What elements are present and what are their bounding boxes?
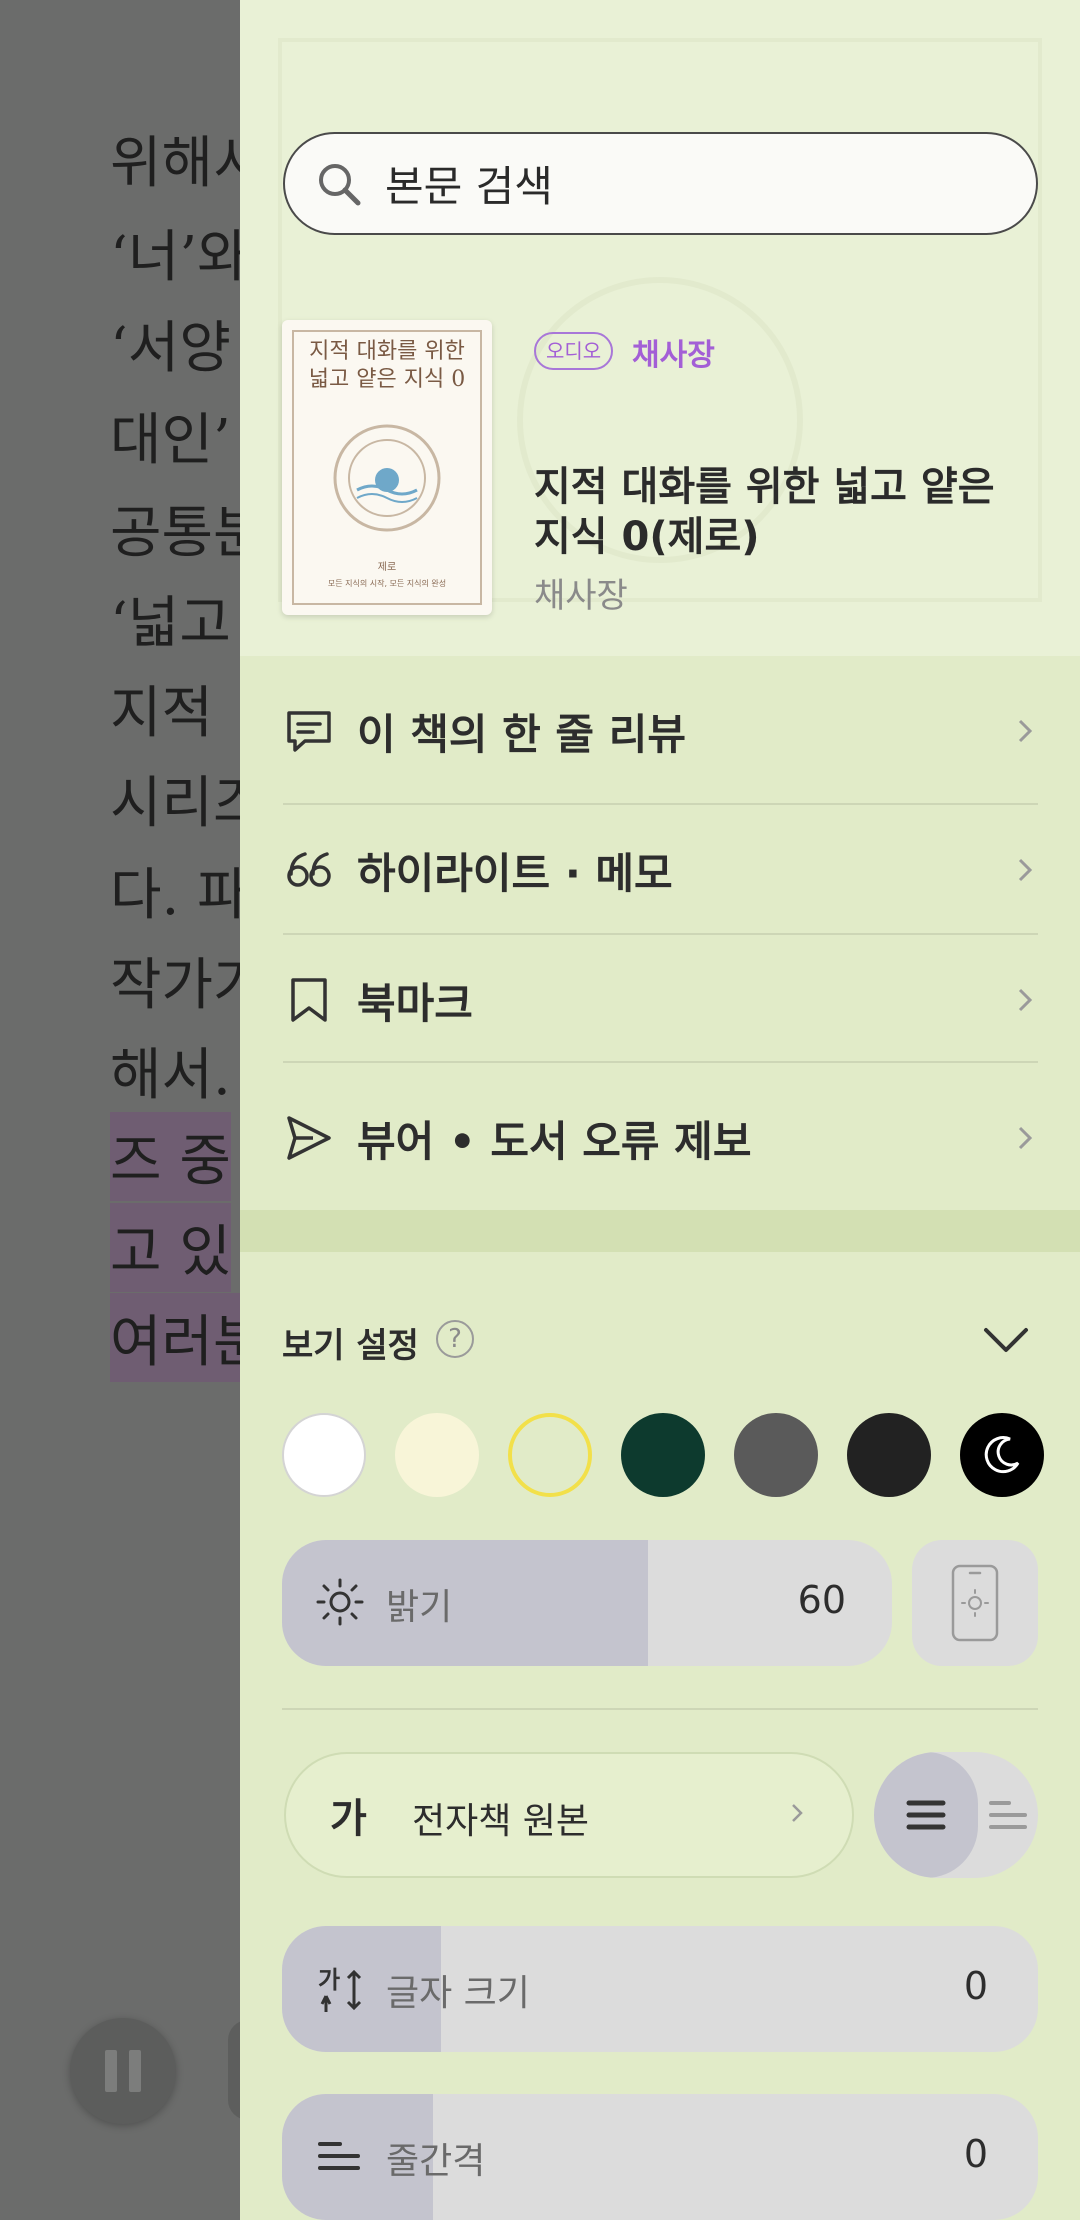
book-cover[interactable]: 지적 대화를 위한 넓고 얕은 지식 0 제로 모든 지식의 시작, 모든 지식… bbox=[282, 320, 492, 615]
line-spacing-icon bbox=[318, 2142, 360, 2170]
theme-swatch-white[interactable] bbox=[282, 1413, 366, 1497]
menu-item-bookmark[interactable]: 북마크 bbox=[283, 935, 1038, 1065]
chevron-right-icon bbox=[1018, 719, 1033, 743]
chevron-right-icon bbox=[1018, 858, 1033, 882]
reader-line: 공통분 bbox=[110, 501, 240, 566]
bookmark-icon bbox=[291, 978, 327, 1022]
chevron-right-icon bbox=[792, 1804, 803, 1822]
align-left-icon[interactable] bbox=[987, 1795, 1029, 1835]
reader-line: 지적 bbox=[110, 681, 214, 746]
cover-publisher: 제로 bbox=[377, 562, 397, 573]
book-title: 지적 대화를 위한 넓고 얕은 지식 0(제로) bbox=[534, 464, 995, 560]
brightness-label: 밝기 bbox=[386, 1587, 453, 1628]
font-size-slider[interactable]: 가 글자 크기 0 bbox=[282, 1926, 1038, 2052]
theme-swatch-night[interactable] bbox=[960, 1413, 1044, 1497]
theme-swatch-cream[interactable] bbox=[395, 1413, 479, 1497]
menu-item-label: 이 책의 한 줄 리뷰 bbox=[357, 709, 686, 759]
phone-brightness-icon bbox=[951, 1564, 999, 1642]
cover-subtitle: 모든 지식의 시작, 모든 지식의 완성 bbox=[327, 579, 447, 588]
brightness-slider[interactable]: 밝기 60 bbox=[282, 1540, 892, 1666]
moon-icon bbox=[984, 1436, 1020, 1474]
reader-line: 다. 파 bbox=[110, 863, 240, 928]
book-header: 본문 검색 지적 대화를 위한 넓고 얕은 지식 0 제로 모든 지식의 시작,… bbox=[240, 0, 1080, 656]
menu-item-label: 뷰어 • 도서 오류 제보 bbox=[357, 1116, 752, 1166]
line-spacing-label: 줄간격 bbox=[386, 2141, 486, 2182]
reader-line-highlighted: 여러분 bbox=[110, 1293, 240, 1382]
menu-item-review[interactable]: 이 책의 한 줄 리뷰 bbox=[283, 666, 1038, 796]
svg-text:가: 가 bbox=[318, 1966, 340, 1994]
view-settings-title: 보기 설정 bbox=[282, 1326, 419, 1366]
reader-line: 해서. bbox=[110, 1043, 231, 1108]
font-name: 전자책 원본 bbox=[412, 1801, 590, 1842]
narrator-name[interactable]: 채사장 bbox=[632, 330, 715, 374]
side-drawer: 본문 검색 지적 대화를 위한 넓고 얕은 지식 0 제로 모든 지식의 시작,… bbox=[240, 0, 1080, 2220]
reader-background: 위해서 ‘너’와 ‘서양 대인’ 공통분 ‘넓고 지적 시리즈 다. 파 작가가… bbox=[0, 0, 240, 2220]
menu-item-label: 북마크 bbox=[357, 978, 473, 1028]
theme-swatch-light-green-selected[interactable] bbox=[508, 1413, 592, 1497]
quote-icon bbox=[287, 852, 331, 887]
chevron-right-icon bbox=[1018, 988, 1033, 1012]
help-icon[interactable]: ? bbox=[436, 1320, 474, 1358]
reader-line: 대인’ bbox=[110, 408, 231, 473]
theme-swatch-gray[interactable] bbox=[734, 1413, 818, 1497]
align-justify-icon[interactable] bbox=[905, 1795, 947, 1835]
menu-item-report-error[interactable]: 뷰어 • 도서 오류 제보 bbox=[283, 1073, 1038, 1203]
sun-icon bbox=[316, 1578, 364, 1626]
divider bbox=[283, 1061, 1038, 1063]
font-size-icon: 가 bbox=[318, 1966, 362, 2012]
divider bbox=[282, 1708, 1038, 1710]
theme-swatch-dark-green[interactable] bbox=[621, 1413, 705, 1497]
menu-item-label: 하이라이트 · 메모 bbox=[357, 848, 673, 898]
reader-line-highlighted: 즈 중 bbox=[110, 1112, 231, 1201]
send-icon bbox=[287, 1116, 331, 1160]
line-spacing-slider[interactable]: 줄간격 0 bbox=[282, 2094, 1038, 2220]
reader-line: 위해서 bbox=[110, 131, 240, 196]
search-input[interactable]: 본문 검색 bbox=[283, 132, 1038, 235]
font-selector[interactable]: 가 전자책 원본 bbox=[284, 1752, 854, 1878]
font-size-label: 글자 크기 bbox=[386, 1973, 530, 2014]
reader-line: 시리즈 bbox=[110, 771, 240, 836]
reader-line: ‘넓고 bbox=[110, 591, 231, 656]
theme-swatch-charcoal[interactable] bbox=[847, 1413, 931, 1497]
font-glyph-icon: 가 bbox=[330, 1796, 367, 1842]
comment-icon bbox=[287, 711, 331, 752]
cover-title: 지적 대화를 위한 넓고 얕은 지식 0 bbox=[308, 339, 466, 392]
reader-line-highlighted: 고 있 bbox=[110, 1203, 231, 1292]
search-placeholder: 본문 검색 bbox=[385, 162, 553, 211]
audio-control-button[interactable] bbox=[228, 2020, 240, 2120]
reader-line: 작가가 bbox=[110, 953, 240, 1018]
audio-pause-button[interactable] bbox=[70, 2018, 176, 2124]
search-icon bbox=[319, 163, 361, 205]
reader-line: ‘너’와 bbox=[110, 225, 240, 290]
system-brightness-button[interactable] bbox=[912, 1540, 1038, 1666]
cover-emblem-icon bbox=[333, 424, 441, 532]
font-size-value: 0 bbox=[963, 1964, 988, 2008]
line-spacing-value: 0 bbox=[963, 2132, 988, 2176]
audio-badge: 오디오 bbox=[534, 332, 614, 370]
section-separator bbox=[240, 1210, 1080, 1252]
pause-icon bbox=[105, 2050, 117, 2092]
book-author[interactable]: 채사장 bbox=[534, 568, 628, 617]
chevron-right-icon bbox=[1018, 1126, 1033, 1150]
menu-item-highlights[interactable]: 하이라이트 · 메모 bbox=[283, 805, 1038, 935]
brightness-value: 60 bbox=[797, 1578, 846, 1622]
reader-line: ‘서양 bbox=[110, 316, 231, 381]
text-align-toggle bbox=[874, 1752, 1038, 1878]
chevron-down-icon[interactable] bbox=[982, 1320, 1030, 1360]
